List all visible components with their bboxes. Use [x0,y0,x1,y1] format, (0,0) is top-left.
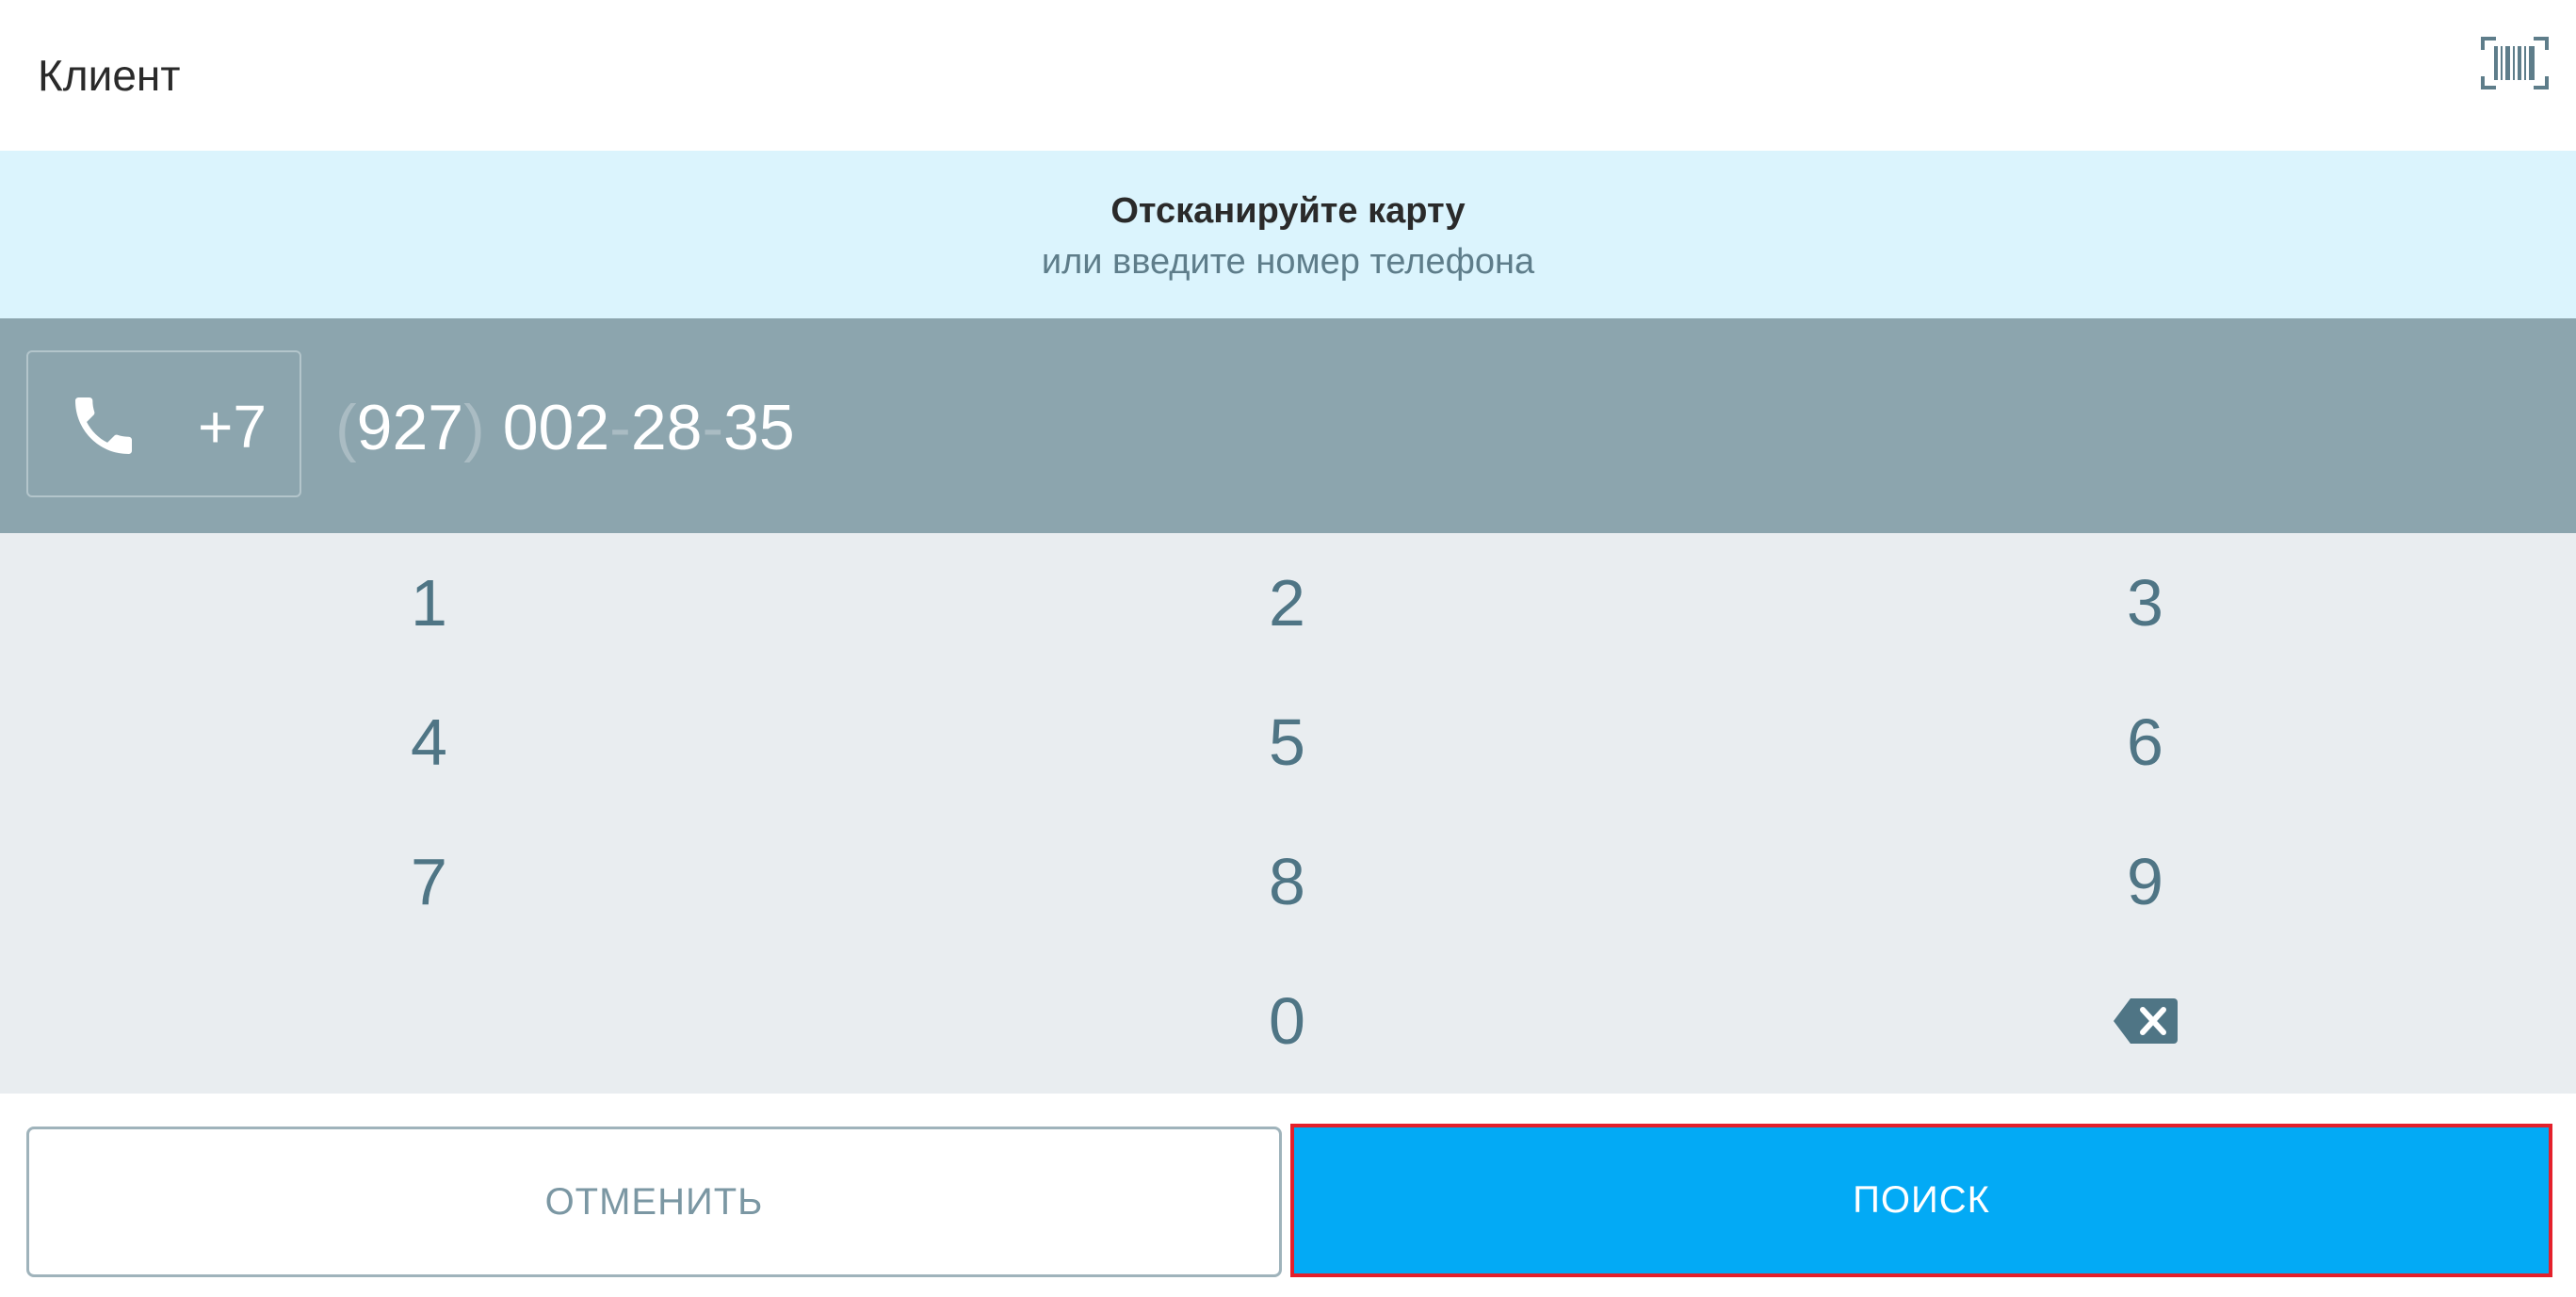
backspace-key[interactable] [1716,951,2574,1091]
dialog-title: Клиент [38,51,181,100]
phone-input-bar: +7 (927) 002-28-35 [0,318,2576,533]
key-7[interactable]: 7 [0,812,858,951]
key-2[interactable]: 2 [858,533,1716,673]
number-part-2: 28 [630,392,703,463]
open-paren: ( [335,392,357,463]
cancel-button[interactable]: ОТМЕНИТЬ [26,1127,1282,1277]
key-0[interactable]: 0 [858,951,1716,1091]
number-part-3: 35 [723,392,795,463]
barcode-scan-button[interactable] [2477,30,2552,96]
backspace-icon [2113,998,2178,1044]
search-button[interactable]: ПОИСК [1290,1124,2552,1277]
client-search-dialog: Клиент Отсканируйте карту или введите но… [0,0,2576,1297]
banner-title: Отсканируйте карту [1110,191,1466,231]
dialog-header: Клиент [0,0,2576,151]
numeric-keypad: 1 2 3 4 5 6 7 8 9 0 [0,533,2576,1094]
key-9[interactable]: 9 [1716,812,2574,951]
key-4[interactable]: 4 [0,673,858,812]
area-code: 927 [356,392,464,463]
close-paren: ) [463,392,485,463]
scan-instruction-banner: Отсканируйте карту или введите номер тел… [0,151,2576,318]
country-code-selector[interactable]: +7 [26,350,301,497]
number-part-1: 002 [502,392,610,463]
phone-number-input[interactable]: (927) 002-28-35 [335,392,795,463]
banner-subtitle: или введите номер телефона [1041,242,1535,282]
country-code: +7 [198,393,267,461]
key-5[interactable]: 5 [858,673,1716,812]
key-6[interactable]: 6 [1716,673,2574,812]
phone-icon [75,397,132,454]
key-8[interactable]: 8 [858,812,1716,951]
dash-1: - [609,392,631,463]
key-1[interactable]: 1 [0,533,858,673]
barcode-scan-icon [2481,37,2549,89]
key-3[interactable]: 3 [1716,533,2574,673]
dash-2: - [702,392,724,463]
